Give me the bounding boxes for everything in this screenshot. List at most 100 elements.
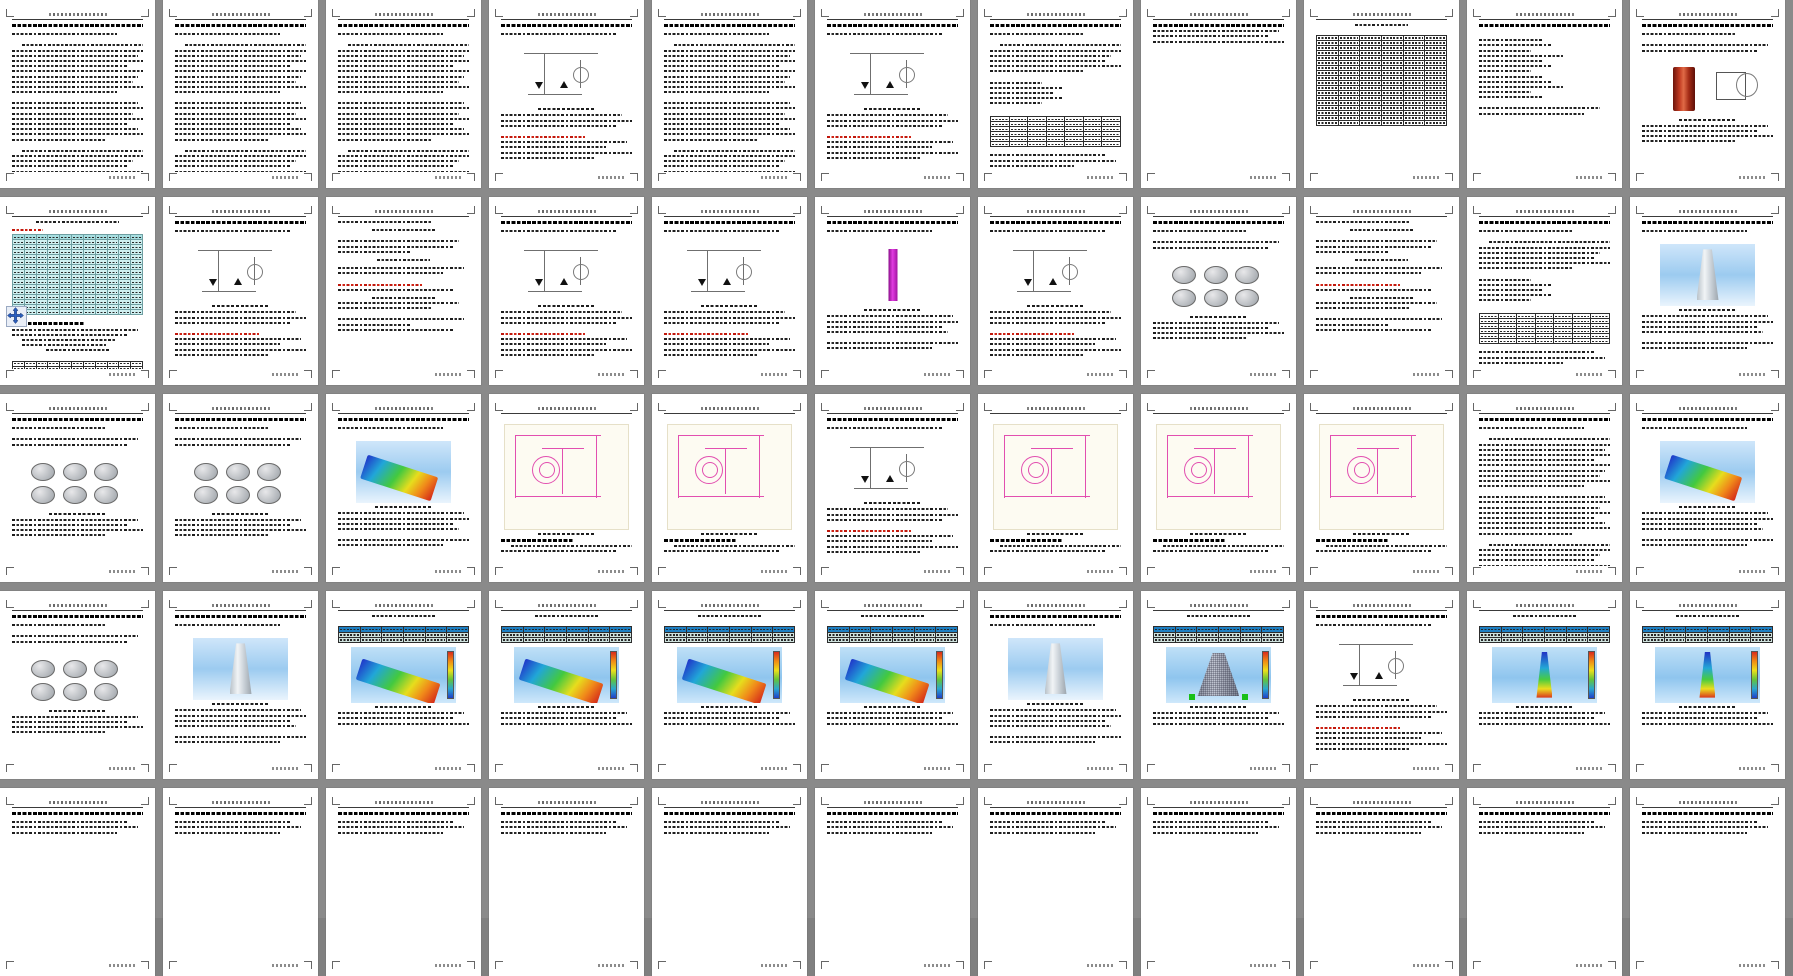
page-thumbnail[interactable] [1141, 591, 1296, 779]
thumbnail-grid[interactable] [0, 0, 1793, 976]
page-thumbnail[interactable] [1141, 197, 1296, 385]
page-thumbnail[interactable] [1467, 0, 1622, 188]
page-thumbnail[interactable] [978, 394, 1133, 582]
page-thumbnail[interactable] [0, 788, 155, 976]
crop-mark-tr [304, 403, 312, 411]
crop-mark-tl [984, 206, 992, 214]
header-rule [827, 216, 958, 217]
crop-mark-br [141, 961, 149, 969]
header-rule [664, 216, 795, 217]
page-thumbnail[interactable] [1630, 394, 1785, 582]
page-thumbnail[interactable] [1467, 197, 1622, 385]
page-thumbnail[interactable] [978, 788, 1133, 976]
page-thumbnail[interactable] [815, 0, 970, 188]
page-thumbnail[interactable] [1141, 788, 1296, 976]
page-thumbnail[interactable] [163, 394, 318, 582]
crop-mark-tr [304, 206, 312, 214]
page-thumbnail[interactable] [489, 591, 644, 779]
page-thumbnail[interactable] [815, 197, 970, 385]
page-thumbnail[interactable] [1467, 394, 1622, 582]
page-header [1155, 12, 1282, 16]
crop-mark-tr [1282, 403, 1290, 411]
page-thumbnail[interactable] [978, 0, 1133, 188]
crop-mark-bl [984, 764, 992, 772]
page-thumbnail[interactable] [326, 197, 481, 385]
page-thumbnail[interactable] [489, 0, 644, 188]
page-thumbnail[interactable] [652, 394, 807, 582]
page-thumbnail[interactable] [1467, 591, 1622, 779]
page-header [177, 406, 304, 410]
page-thumbnail[interactable] [652, 591, 807, 779]
page-header [1644, 603, 1771, 607]
page-thumbnail[interactable] [1141, 0, 1296, 188]
page-thumbnail[interactable] [1630, 0, 1785, 188]
page-thumbnail[interactable] [815, 591, 970, 779]
page-thumbnail[interactable] [326, 591, 481, 779]
page-thumbnail[interactable] [1630, 591, 1785, 779]
page-thumbnail[interactable] [1467, 788, 1622, 976]
page-thumbnail[interactable] [1304, 788, 1459, 976]
crop-mark-tr [956, 403, 964, 411]
page-thumbnail[interactable] [163, 591, 318, 779]
page-header [340, 603, 467, 607]
page-thumbnail[interactable] [326, 788, 481, 976]
crop-mark-br [304, 567, 312, 575]
page-thumbnail[interactable] [163, 0, 318, 188]
page-thumbnail[interactable] [0, 197, 155, 385]
page-footer [761, 373, 787, 376]
page-thumbnail[interactable] [815, 788, 970, 976]
crop-mark-bl [6, 567, 14, 575]
fea-contour-plot [840, 647, 945, 704]
crop-mark-br [1282, 567, 1290, 575]
page-thumbnail[interactable] [163, 197, 318, 385]
crop-mark-bl [1310, 370, 1318, 378]
page-thumbnail[interactable] [489, 394, 644, 582]
page-content [990, 615, 1121, 763]
page-thumbnail[interactable] [1304, 0, 1459, 188]
crop-mark-tl [984, 403, 992, 411]
crop-mark-tl [332, 403, 340, 411]
page-thumbnail[interactable] [978, 197, 1133, 385]
page-thumbnail[interactable] [978, 591, 1133, 779]
page-footer [1087, 964, 1113, 967]
crop-mark-tr [1771, 600, 1779, 608]
page-thumbnail[interactable] [815, 394, 970, 582]
page-footer [924, 373, 950, 376]
page-thumbnail[interactable] [1304, 394, 1459, 582]
page-header [503, 209, 630, 213]
crop-mark-tl [6, 797, 14, 805]
page-thumbnail[interactable] [1630, 788, 1785, 976]
page-thumbnail[interactable] [0, 0, 155, 188]
page-content [664, 615, 795, 763]
crop-mark-tl [984, 9, 992, 17]
page-thumbnail[interactable] [489, 197, 644, 385]
page-thumbnail[interactable] [163, 788, 318, 976]
page-thumbnail[interactable] [1141, 394, 1296, 582]
crop-mark-br [304, 173, 312, 181]
page-thumbnail[interactable] [326, 394, 481, 582]
page-thumbnail[interactable] [0, 591, 155, 779]
page-thumbnail[interactable] [1630, 197, 1785, 385]
line-figure [999, 244, 1112, 302]
page-footer [761, 570, 787, 573]
crop-mark-tl [169, 403, 177, 411]
page-thumbnail[interactable] [489, 788, 644, 976]
page-content [175, 812, 306, 960]
page-thumbnail[interactable] [326, 0, 481, 188]
page-thumbnail[interactable] [652, 0, 807, 188]
crop-mark-tl [1473, 797, 1481, 805]
page-thumbnail[interactable] [1304, 197, 1459, 385]
page-thumbnail[interactable] [0, 394, 155, 582]
crop-mark-tl [984, 797, 992, 805]
crop-mark-br [793, 764, 801, 772]
crop-mark-tr [467, 797, 475, 805]
header-rule [1479, 19, 1610, 20]
page-content [1479, 24, 1610, 172]
header-rule [1316, 216, 1447, 217]
page-thumbnail[interactable] [652, 197, 807, 385]
page-footer [109, 767, 135, 770]
header-rule [827, 413, 958, 414]
page-thumbnail[interactable] [1304, 591, 1459, 779]
page-thumbnail[interactable] [652, 788, 807, 976]
header-rule [1316, 19, 1447, 20]
